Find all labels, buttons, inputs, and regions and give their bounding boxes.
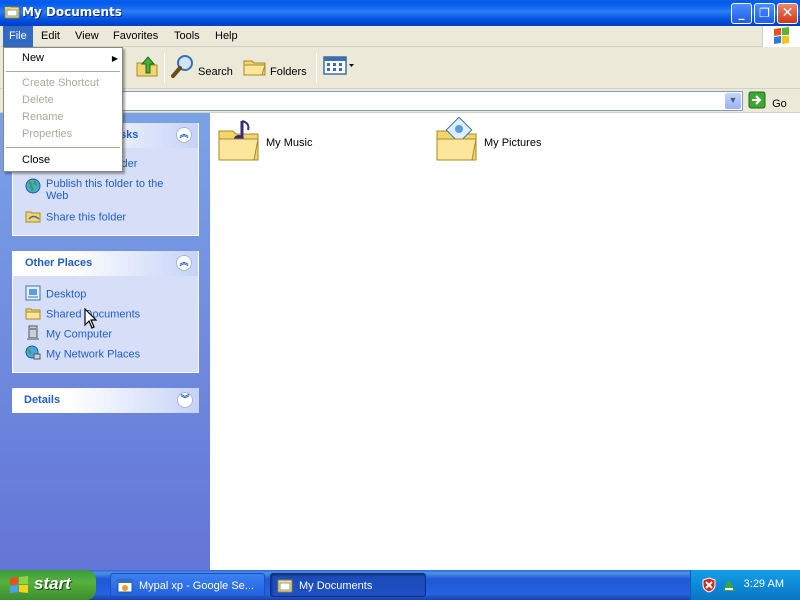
menu-item-create-shortcut: Create Shortcut: [22, 77, 100, 89]
pictures-folder-icon: [434, 116, 482, 168]
menu-help[interactable]: Help: [209, 26, 244, 47]
start-label: start: [34, 574, 71, 593]
music-folder-icon: [216, 117, 264, 168]
windows-flag-icon: [9, 576, 29, 599]
security-alert-icon[interactable]: [701, 577, 717, 596]
taskbar-button-browser[interactable]: Mypal xp - Google Se...: [110, 573, 265, 597]
maximize-icon: ❐: [759, 6, 770, 20]
menu-item-new[interactable]: New ▶: [22, 50, 118, 67]
folder-window-icon: [277, 578, 293, 596]
title-bar[interactable]: My Documents _ ❐ ✕: [0, 0, 800, 26]
address-input[interactable]: ents ▼: [60, 91, 743, 111]
other-place-desktop[interactable]: Desktop: [25, 285, 86, 304]
up-folder-icon: [134, 53, 160, 91]
computer-icon: [25, 325, 41, 344]
menu-separator: [6, 71, 120, 72]
folder-item-my-pictures[interactable]: My Pictures: [434, 116, 542, 168]
network-icon: [25, 345, 41, 364]
mouse-cursor-icon: [84, 307, 98, 333]
go-button[interactable]: Go: [748, 91, 787, 111]
search-label: Search: [198, 65, 233, 78]
share-folder-link[interactable]: Share this folder: [25, 208, 126, 227]
menu-file[interactable]: File: [3, 26, 33, 47]
address-dropdown-button[interactable]: ▼: [725, 93, 741, 109]
start-button[interactable]: start: [0, 570, 96, 600]
other-place-my-computer[interactable]: My Computer: [25, 325, 112, 344]
system-tray: 3:29 AM: [690, 570, 800, 600]
minimize-icon: _: [738, 6, 745, 20]
menu-bar: File Edit View Favorites Tools Help: [0, 26, 800, 47]
menu-item-properties: Properties: [22, 128, 73, 140]
collapse-icon[interactable]: ︽: [176, 127, 192, 143]
window-title: My Documents: [22, 5, 122, 19]
file-list-view[interactable]: My Music My Pictures: [210, 113, 800, 570]
file-menu-dropdown: New ▶ Create Shortcut Delete Rename Prop…: [3, 47, 123, 172]
panel-title: Other Places: [25, 257, 93, 269]
toolbar-separator: [316, 53, 317, 83]
menu-item-delete: Delete: [22, 94, 54, 106]
panel-title: Details: [24, 394, 61, 406]
other-place-network[interactable]: My Network Places: [25, 345, 140, 364]
windows-logo-icon: [762, 26, 800, 47]
chevron-down-icon: ▼: [728, 95, 738, 105]
close-icon: ✕: [781, 5, 794, 21]
share-folder-icon: [25, 208, 41, 227]
search-button[interactable]: Search: [170, 53, 233, 83]
folders-label: Folders: [270, 65, 307, 78]
panel-header[interactable]: Details ︾: [12, 388, 199, 413]
network-tray-icon[interactable]: [721, 577, 737, 596]
folder-label: My Pictures: [484, 136, 542, 149]
taskbar-button-my-documents[interactable]: My Documents: [270, 573, 426, 597]
desktop-icon: [25, 285, 41, 304]
menu-separator: [6, 147, 120, 148]
folder-icon: [25, 305, 41, 324]
clock[interactable]: 3:29 AM: [744, 578, 784, 590]
up-folder-button[interactable]: [134, 53, 160, 83]
browser-icon: [117, 578, 133, 596]
collapse-icon[interactable]: ︽: [176, 255, 192, 271]
search-icon: [170, 53, 196, 91]
task-pane: sks ︽ older Publish this folder to the W…: [0, 113, 210, 570]
publish-folder-link[interactable]: Publish this folder to the Web: [25, 178, 195, 202]
toolbar-separator: [164, 53, 165, 83]
details-panel: Details ︾: [12, 388, 199, 413]
menu-favorites[interactable]: Favorites: [107, 26, 164, 47]
menu-view[interactable]: View: [69, 26, 105, 47]
other-places-panel: Other Places ︽ Desktop Shared Documents …: [12, 251, 199, 373]
menu-item-close[interactable]: Close: [22, 152, 50, 169]
folder-window-icon: [4, 5, 20, 22]
taskbar: start Mypal xp - Google Se... My Documen…: [0, 570, 800, 600]
panel-header[interactable]: Other Places ︽: [13, 251, 198, 276]
folders-icon: [242, 53, 268, 91]
views-icon: [322, 53, 356, 91]
views-button[interactable]: [322, 53, 356, 83]
go-label: Go: [772, 97, 787, 110]
menu-item-rename: Rename: [22, 111, 64, 123]
expand-icon[interactable]: ︾: [177, 392, 193, 408]
folders-button[interactable]: Folders: [242, 53, 307, 83]
folder-label: My Music: [266, 136, 313, 149]
close-button[interactable]: ✕: [777, 3, 798, 24]
minimize-button[interactable]: _: [731, 3, 752, 24]
menu-tools[interactable]: Tools: [168, 26, 206, 47]
submenu-arrow-icon: ▶: [111, 54, 118, 63]
folder-item-my-music[interactable]: My Music: [216, 117, 312, 168]
globe-icon: [25, 178, 41, 197]
menu-edit[interactable]: Edit: [35, 26, 66, 47]
maximize-button[interactable]: ❐: [754, 3, 775, 24]
other-place-shared-documents[interactable]: Shared Documents: [25, 305, 140, 324]
